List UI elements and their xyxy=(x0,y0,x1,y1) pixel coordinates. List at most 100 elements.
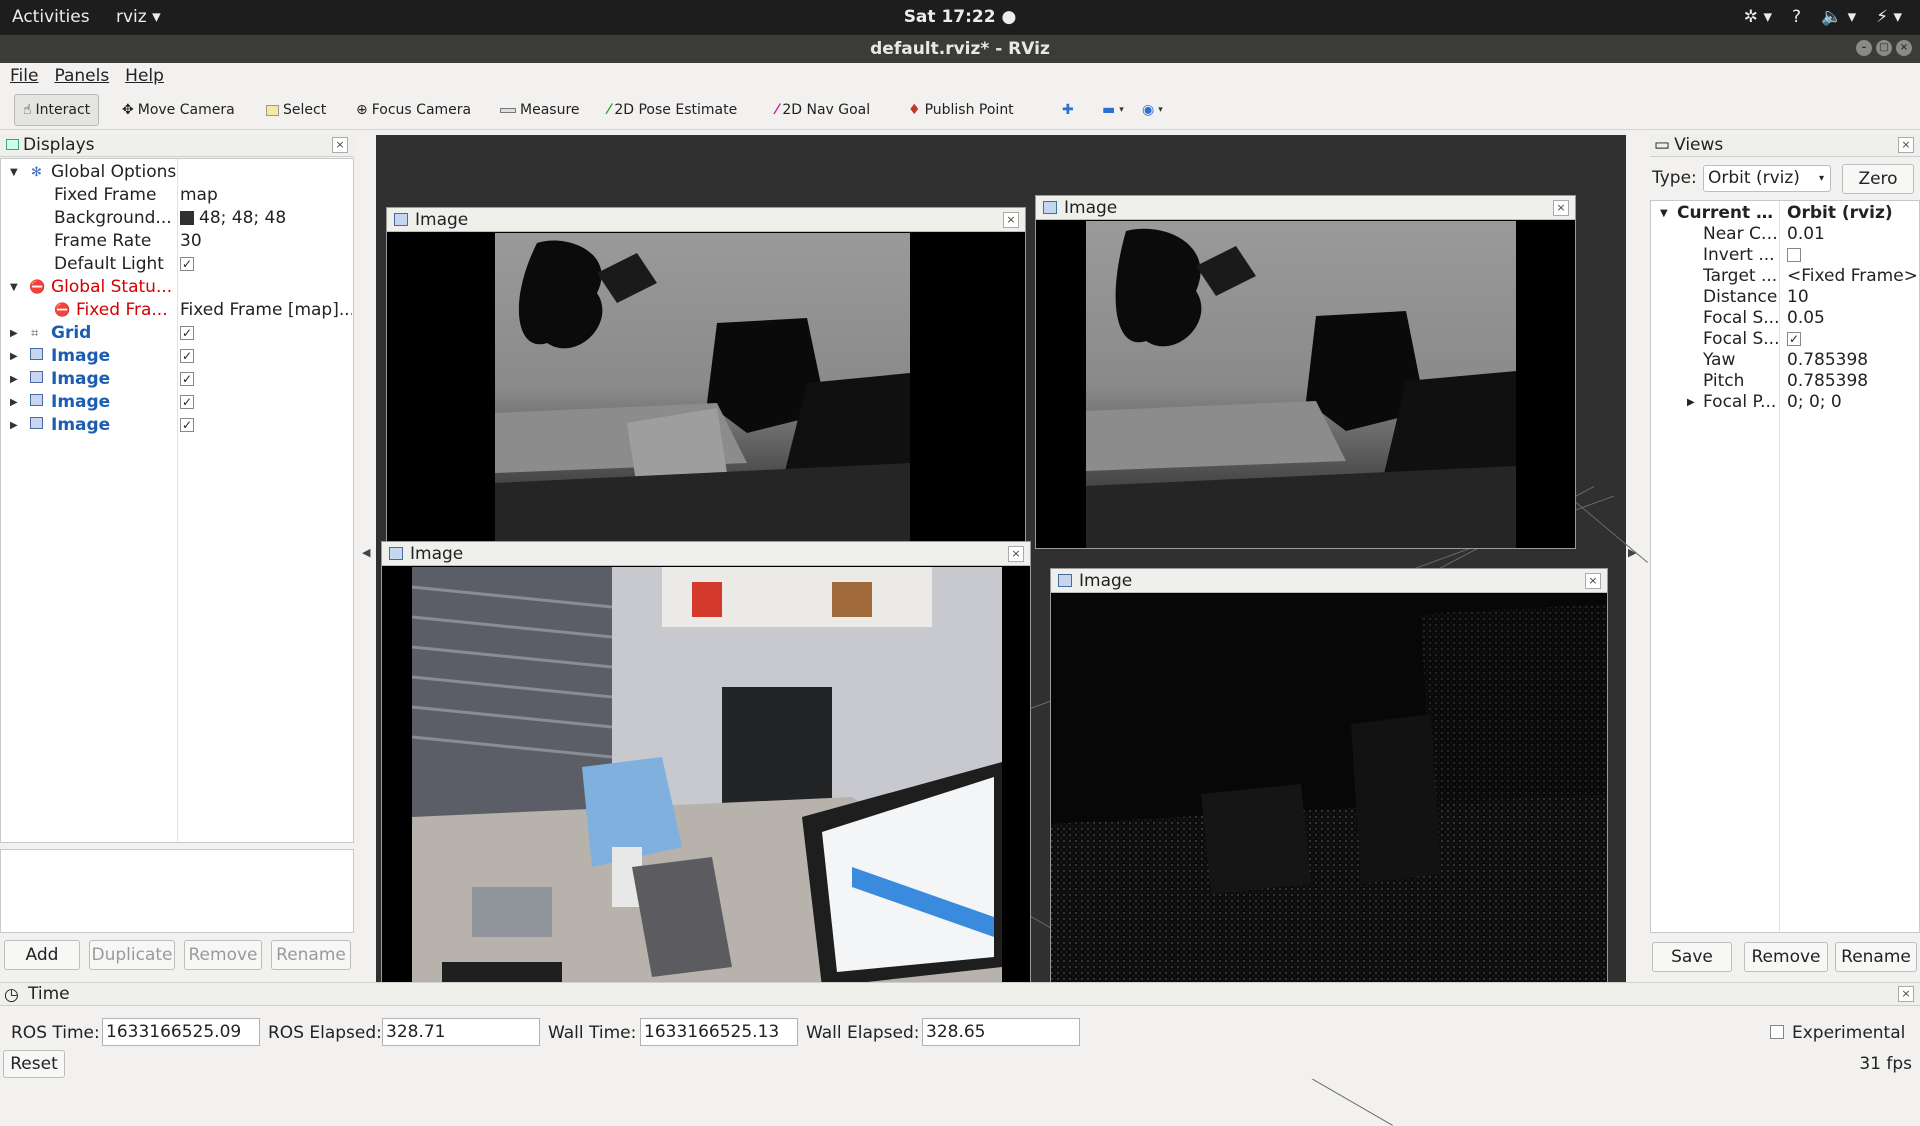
close-icon[interactable]: × xyxy=(1003,212,1019,228)
remove-display-button[interactable]: Remove xyxy=(184,940,262,970)
image-window-ir[interactable]: Image × xyxy=(1050,568,1608,1034)
tree-value[interactable]: 0.01 xyxy=(1787,224,1825,245)
tree-value[interactable]: 0.785398 xyxy=(1787,371,1868,392)
tree-value[interactable]: 10 xyxy=(1787,287,1809,308)
tree-value[interactable]: 30 xyxy=(180,230,202,253)
tree-row-default-light[interactable]: Default Light ✓ xyxy=(1,253,353,276)
close-icon[interactable]: × xyxy=(1896,40,1912,56)
image-window-header[interactable]: Image × xyxy=(1051,569,1607,593)
tool-interact[interactable]: ☝ Interact xyxy=(14,94,100,126)
close-icon[interactable]: × xyxy=(1008,546,1024,562)
tree-row-image[interactable]: ▶ Image ✓ xyxy=(1,391,353,414)
tool-2d-pose-estimate[interactable]: ⁄ 2D Pose Estimate xyxy=(600,94,745,126)
tool-publish-point[interactable]: ♦ Publish Point xyxy=(900,94,1022,126)
reset-button[interactable]: Reset xyxy=(3,1050,65,1078)
view-row-yaw[interactable]: Yaw 0.785398 xyxy=(1651,350,1919,371)
expand-arrow-icon[interactable]: ▶ xyxy=(10,368,18,391)
tree-value[interactable]: 0.05 xyxy=(1787,308,1825,329)
collapse-left-icon[interactable]: ◀ xyxy=(362,546,370,559)
save-view-button[interactable]: Save xyxy=(1652,942,1732,972)
view-row-distance[interactable]: Distance 10 xyxy=(1651,287,1919,308)
tool-focus-camera[interactable]: ⊕ Focus Camera xyxy=(348,94,479,126)
tree-value[interactable]: 48; 48; 48 xyxy=(180,207,286,230)
expand-arrow-icon[interactable]: ▶ xyxy=(10,345,18,368)
view-type-select[interactable]: Orbit (rviz) ▾ xyxy=(1703,165,1831,192)
image-window-header[interactable]: Image × xyxy=(387,208,1025,232)
image-window-color[interactable]: Image × xyxy=(381,541,1031,1011)
minimize-icon[interactable]: – xyxy=(1856,40,1872,56)
accessibility-icon[interactable]: ✲ ▾ xyxy=(1744,7,1772,27)
zero-button[interactable]: Zero xyxy=(1842,164,1914,194)
expand-arrow-icon[interactable]: ▼ xyxy=(10,276,18,299)
expand-arrow-icon[interactable]: ▶ xyxy=(1687,392,1695,413)
image-checkbox[interactable]: ✓ xyxy=(180,372,194,386)
tree-row-fixed-frame-status[interactable]: ⛔ Fixed Fra... Fixed Frame [map]... xyxy=(1,299,353,322)
tree-value[interactable]: 0.785398 xyxy=(1787,350,1868,371)
image-checkbox[interactable]: ✓ xyxy=(180,418,194,432)
view-row-invert[interactable]: Invert ... xyxy=(1651,245,1919,266)
tool-properties-button[interactable]: ◉ ▾ xyxy=(1134,94,1171,126)
close-icon[interactable]: × xyxy=(1898,137,1914,153)
menu-file[interactable]: File xyxy=(4,63,44,89)
image-window-depth-2[interactable]: Image × xyxy=(1035,195,1576,549)
close-icon[interactable]: × xyxy=(332,137,348,153)
experimental-checkbox[interactable] xyxy=(1770,1025,1784,1039)
image-window-depth-1[interactable]: Image × xyxy=(386,207,1026,542)
tree-value[interactable]: map xyxy=(180,184,218,207)
close-icon[interactable]: × xyxy=(1553,200,1569,216)
focal-shape-checkbox[interactable]: ✓ xyxy=(1787,332,1801,346)
image-checkbox[interactable]: ✓ xyxy=(180,349,194,363)
system-tray[interactable]: ✲ ▾ ? 🔈 ▾ ⚡ ▾ xyxy=(1744,7,1902,27)
close-icon[interactable]: × xyxy=(1898,986,1914,1002)
tree-row-background[interactable]: Background... 48; 48; 48 xyxy=(1,207,353,230)
tree-row-frame-rate[interactable]: Frame Rate 30 xyxy=(1,230,353,253)
tool-move-camera[interactable]: ✥ Move Camera xyxy=(114,94,243,126)
remove-view-button[interactable]: Remove xyxy=(1744,942,1828,972)
ros-elapsed-field[interactable]: 328.71 xyxy=(382,1018,540,1046)
add-display-button[interactable]: Add xyxy=(4,940,80,970)
view-row-target[interactable]: Target ... <Fixed Frame> xyxy=(1651,266,1919,287)
default-light-checkbox[interactable]: ✓ xyxy=(180,257,194,271)
maximize-icon[interactable]: □ xyxy=(1876,40,1892,56)
view-row-pitch[interactable]: Pitch 0.785398 xyxy=(1651,371,1919,392)
menu-panels[interactable]: Panels xyxy=(48,63,115,89)
tree-value[interactable]: 0; 0; 0 xyxy=(1787,392,1842,413)
expand-arrow-icon[interactable]: ▼ xyxy=(10,161,18,184)
tree-row-global-options[interactable]: ▼ ✻ Global Options xyxy=(1,161,353,184)
volume-icon[interactable]: 🔈 ▾ xyxy=(1821,7,1856,27)
menu-help[interactable]: Help xyxy=(119,63,170,89)
tool-select[interactable]: Select xyxy=(258,94,334,126)
battery-icon[interactable]: ⚡ ▾ xyxy=(1876,7,1902,27)
expand-arrow-icon[interactable]: ▼ xyxy=(1660,203,1668,224)
view-row-focal-shape-fixed[interactable]: Focal S... ✓ xyxy=(1651,329,1919,350)
rename-view-button[interactable]: Rename xyxy=(1835,942,1917,972)
rename-display-button[interactable]: Rename xyxy=(271,940,351,970)
image-window-header[interactable]: Image × xyxy=(1036,196,1575,220)
image-window-header[interactable]: Image × xyxy=(382,542,1030,566)
tree-value[interactable]: <Fixed Frame> xyxy=(1787,266,1918,287)
close-icon[interactable]: × xyxy=(1585,573,1601,589)
duplicate-display-button[interactable]: Duplicate xyxy=(89,940,175,970)
ros-time-field[interactable]: 1633166525.09 xyxy=(102,1018,260,1046)
view-row-current[interactable]: ▼ Current V... Orbit (rviz) xyxy=(1651,203,1919,224)
tree-row-image[interactable]: ▶ Image ✓ xyxy=(1,414,353,437)
wall-time-field[interactable]: 1633166525.13 xyxy=(640,1018,798,1046)
tree-row-fixed-frame[interactable]: Fixed Frame map xyxy=(1,184,353,207)
view-row-near-clip[interactable]: Near Cl... 0.01 xyxy=(1651,224,1919,245)
tree-row-image[interactable]: ▶ Image ✓ xyxy=(1,345,353,368)
view-row-focal-point[interactable]: ▶ Focal P... 0; 0; 0 xyxy=(1651,392,1919,413)
tree-row-global-status[interactable]: ▼ ⛔ Global Statu... xyxy=(1,276,353,299)
expand-arrow-icon[interactable]: ▶ xyxy=(10,414,18,437)
add-tool-button[interactable]: ✚ xyxy=(1054,94,1082,126)
tool-2d-nav-goal[interactable]: ⁄ 2D Nav Goal xyxy=(768,94,878,126)
invert-checkbox[interactable] xyxy=(1787,248,1801,262)
wall-elapsed-field[interactable]: 328.65 xyxy=(922,1018,1080,1046)
remove-tool-button[interactable]: ▬ ▾ xyxy=(1094,94,1132,126)
tree-row-image[interactable]: ▶ Image ✓ xyxy=(1,368,353,391)
expand-arrow-icon[interactable]: ▶ xyxy=(10,322,18,345)
image-checkbox[interactable]: ✓ xyxy=(180,395,194,409)
help-icon[interactable]: ? xyxy=(1792,7,1801,27)
clock[interactable]: Sat 17:22 ● xyxy=(0,7,1920,27)
tool-measure[interactable]: Measure xyxy=(492,94,588,126)
view-row-focal-shape-size[interactable]: Focal S... 0.05 xyxy=(1651,308,1919,329)
